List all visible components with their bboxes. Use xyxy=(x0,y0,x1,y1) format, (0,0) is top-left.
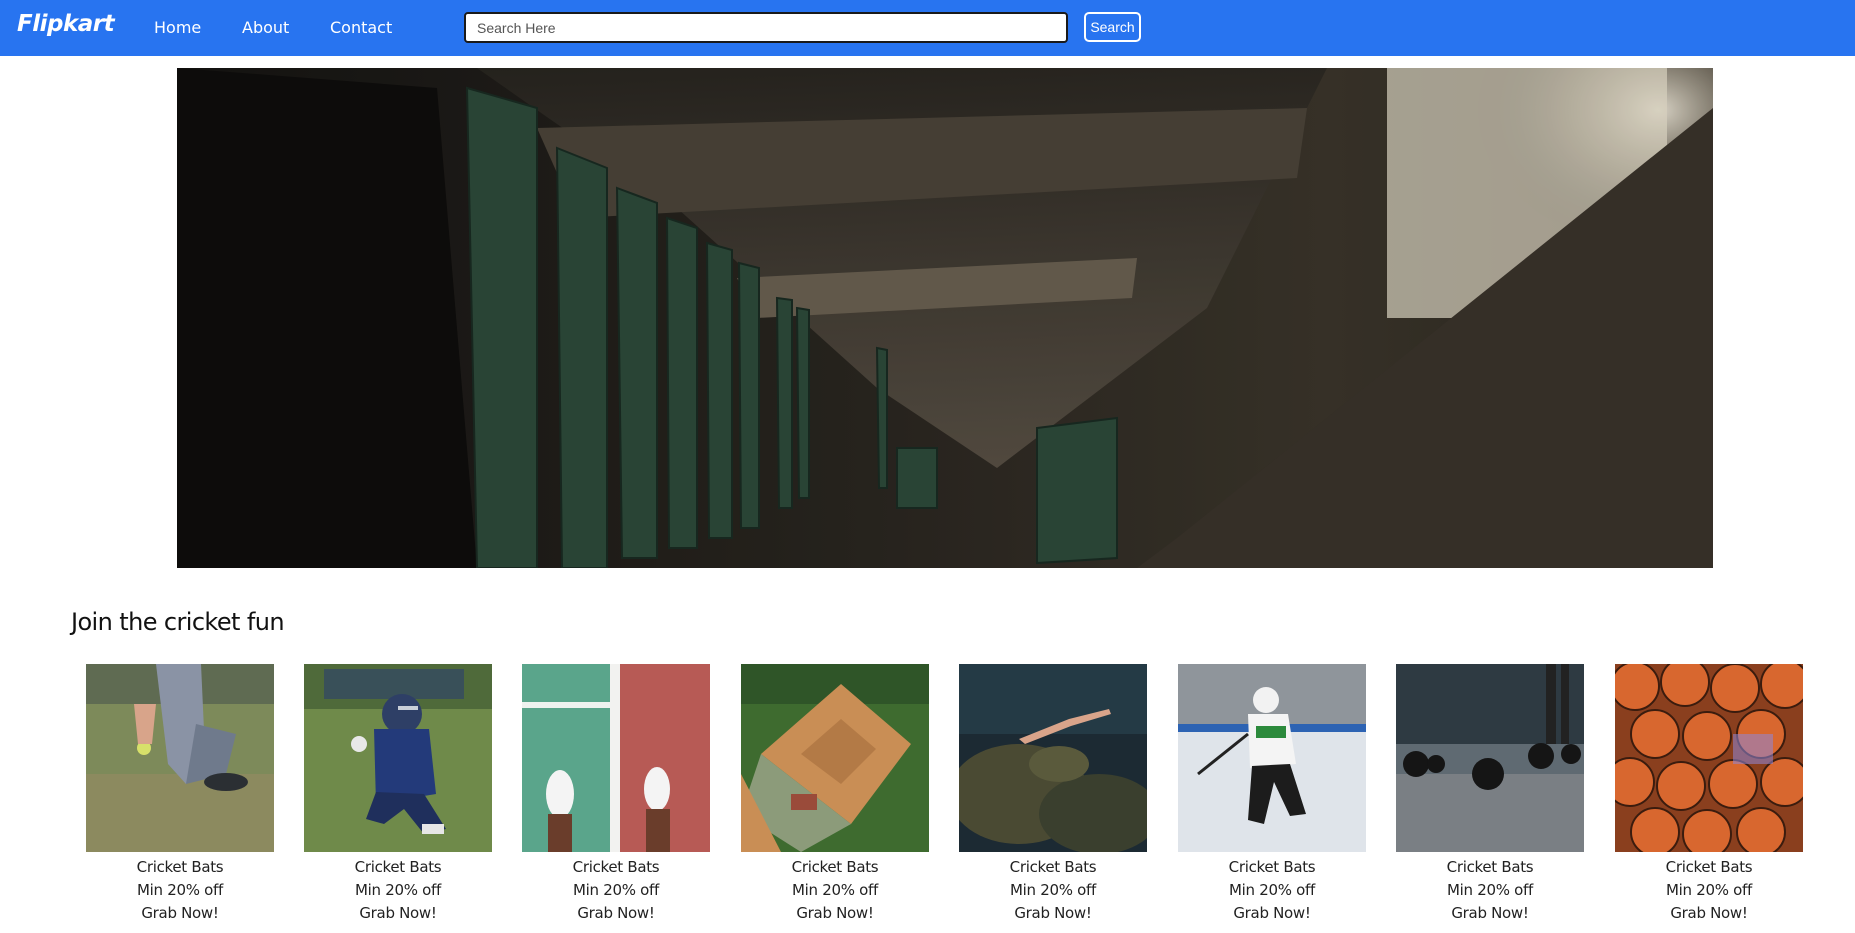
kettlebells-gym-photo[interactable] xyxy=(1396,664,1584,852)
baseball-field-aerial-photo[interactable] xyxy=(741,664,929,852)
product-card[interactable]: Cricket Bats Min 20% off Grab Now! xyxy=(1178,664,1366,933)
product-offer: Min 20% off xyxy=(1229,881,1315,899)
search-button[interactable]: Search xyxy=(1084,12,1141,42)
product-name: Cricket Bats xyxy=(791,858,879,876)
product-cta[interactable]: Grab Now! xyxy=(304,902,492,925)
product-offer: Min 20% off xyxy=(1447,881,1533,899)
product-offer: Min 20% off xyxy=(1010,881,1096,899)
diver-underwater-photo[interactable] xyxy=(959,664,1147,852)
product-offer: Min 20% off xyxy=(137,881,223,899)
product-name: Cricket Bats xyxy=(1009,858,1097,876)
section-title: Join the cricket fun xyxy=(71,608,285,636)
product-cta[interactable]: Grab Now! xyxy=(86,902,274,925)
product-grid: Cricket Bats Min 20% off Grab Now! Crick… xyxy=(0,664,1855,933)
product-card[interactable]: Cricket Bats Min 20% off Grab Now! xyxy=(522,664,710,933)
product-card[interactable]: Cricket Bats Min 20% off Grab Now! xyxy=(1396,664,1584,933)
product-name: Cricket Bats xyxy=(1228,858,1316,876)
football-player-photo[interactable] xyxy=(304,664,492,852)
hero-banner-image xyxy=(177,68,1713,568)
search-input[interactable] xyxy=(464,12,1068,43)
product-name: Cricket Bats xyxy=(1665,858,1753,876)
product-cta[interactable]: Grab Now! xyxy=(1178,902,1366,925)
basketballs-pile-photo[interactable] xyxy=(1615,664,1803,852)
nav-link-home[interactable]: Home xyxy=(154,18,201,37)
product-cta[interactable]: Grab Now! xyxy=(741,902,929,925)
sneakers-court-photo[interactable] xyxy=(522,664,710,852)
product-card[interactable]: Cricket Bats Min 20% off Grab Now! xyxy=(959,664,1147,933)
product-name: Cricket Bats xyxy=(1446,858,1534,876)
nav-link-about[interactable]: About xyxy=(242,18,289,37)
product-name: Cricket Bats xyxy=(572,858,660,876)
product-offer: Min 20% off xyxy=(355,881,441,899)
product-cta[interactable]: Grab Now! xyxy=(1615,902,1803,925)
product-offer: Min 20% off xyxy=(573,881,659,899)
nav-link-contact[interactable]: Contact xyxy=(330,18,392,37)
product-card[interactable]: Cricket Bats Min 20% off Grab Now! xyxy=(741,664,929,933)
product-cta[interactable]: Grab Now! xyxy=(959,902,1147,925)
product-offer: Min 20% off xyxy=(1666,881,1752,899)
product-cta[interactable]: Grab Now! xyxy=(1396,902,1584,925)
navbar: Flipkart Home About Contact Search xyxy=(0,0,1855,56)
product-name: Cricket Bats xyxy=(354,858,442,876)
product-name: Cricket Bats xyxy=(136,858,224,876)
cricket-ball-grass-photo[interactable] xyxy=(86,664,274,852)
product-cta[interactable]: Grab Now! xyxy=(522,902,710,925)
brand-logo[interactable]: Flipkart xyxy=(17,11,115,37)
product-card[interactable]: Cricket Bats Min 20% off Grab Now! xyxy=(86,664,274,933)
ice-hockey-player-photo[interactable] xyxy=(1178,664,1366,852)
product-offer: Min 20% off xyxy=(792,881,878,899)
product-card[interactable]: Cricket Bats Min 20% off Grab Now! xyxy=(304,664,492,933)
product-card[interactable]: Cricket Bats Min 20% off Grab Now! xyxy=(1615,664,1803,933)
